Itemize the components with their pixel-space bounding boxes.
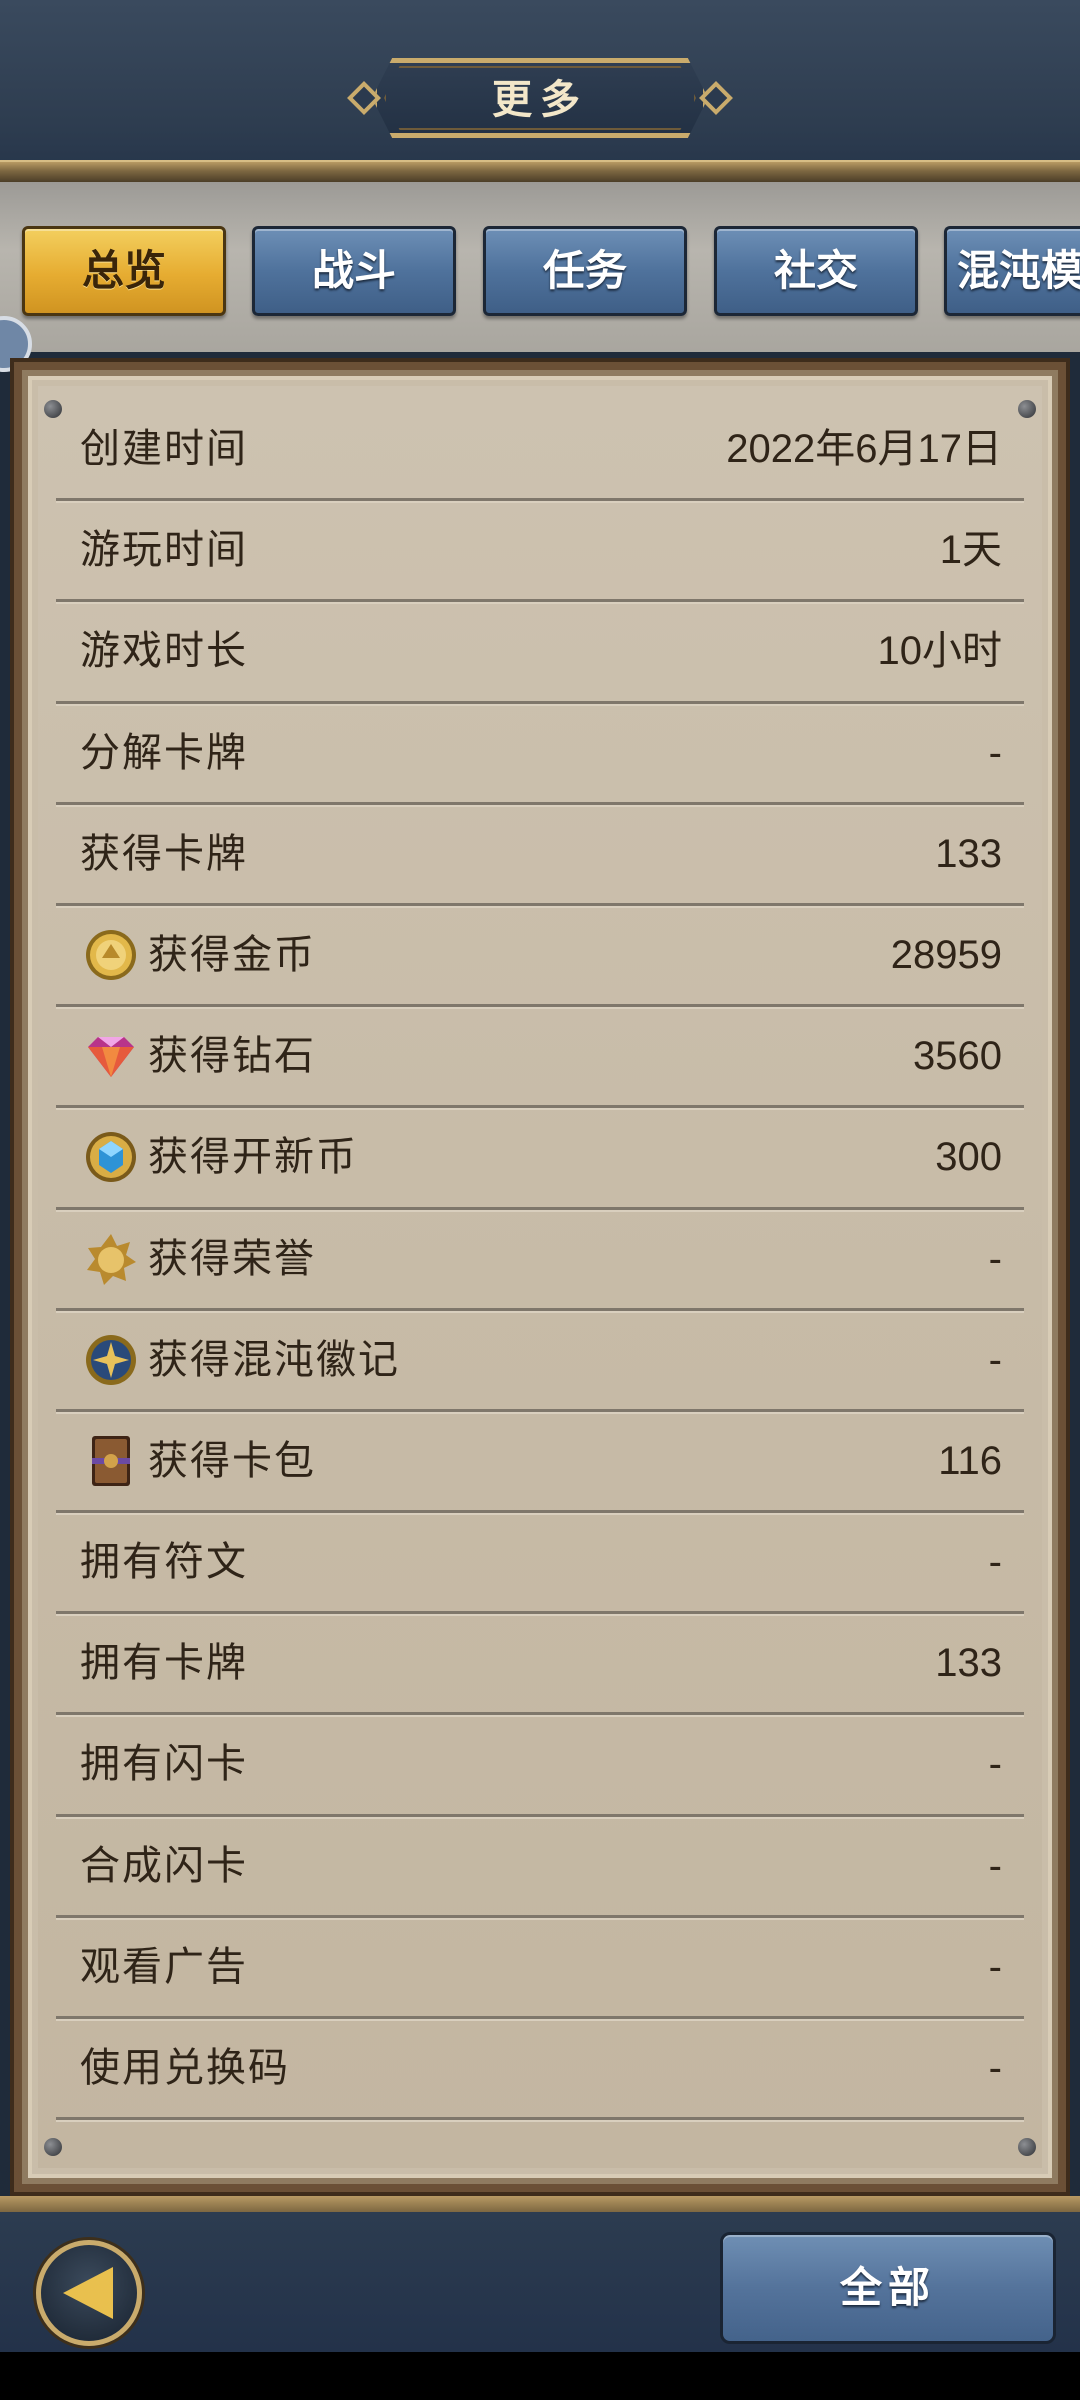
back-arrow-icon: [63, 2267, 113, 2319]
tab-quests[interactable]: 任务: [483, 226, 687, 316]
stat-value: 300: [935, 1135, 1002, 1180]
stat-label: 游玩时间: [80, 527, 248, 574]
tab-social[interactable]: 社交: [714, 226, 918, 316]
stat-label: 获得开新币: [148, 1134, 358, 1181]
back-button[interactable]: [36, 2240, 142, 2346]
footer-trim: [0, 2196, 1080, 2212]
stat-value: 28959: [890, 932, 1002, 977]
stat-row-play-days: 游玩时间 1天: [56, 501, 1024, 603]
stat-value: -: [988, 1540, 1002, 1585]
stat-label: 拥有符文: [80, 1539, 248, 1586]
page-title: 更多: [492, 77, 588, 123]
stat-label: 获得混沌徽记: [148, 1336, 400, 1383]
stat-value: 116: [938, 1438, 1002, 1483]
stat-label: 拥有卡牌: [80, 1640, 248, 1687]
stat-label: 使用兑换码: [80, 2045, 290, 2091]
stat-row-cards-obtained: 获得卡牌 133: [56, 805, 1024, 906]
tab-chaos-mode[interactable]: 混沌模: [944, 226, 1080, 316]
stat-label: 拥有闪卡: [80, 1741, 248, 1788]
stat-row-chaos-emblem: 获得混沌徽记 -: [56, 1311, 1024, 1412]
stat-value: -: [988, 1944, 1002, 1989]
diamond-icon: [88, 1037, 134, 1078]
stat-row-gold: 获得金币 28959: [56, 906, 1024, 1008]
stat-label: 分解卡牌: [80, 729, 248, 776]
stat-value: -: [988, 730, 1002, 775]
stat-value: -: [988, 2046, 1002, 2090]
header-trim: [0, 160, 1080, 182]
tab-overview[interactable]: 总览: [22, 226, 226, 316]
stat-label: 创建时间: [80, 426, 248, 472]
stat-label: 获得卡牌: [80, 830, 248, 877]
stat-label: 获得金币: [148, 931, 316, 978]
stat-label: 获得钻石: [148, 1033, 316, 1080]
stat-row-card-packs: 获得卡包 116: [56, 1412, 1024, 1514]
stat-label: 游戏时长: [80, 628, 248, 675]
stat-row-created: 创建时间 2022年6月17日: [56, 400, 1024, 502]
stats-list[interactable]: 创建时间 2022年6月17日 游玩时间 1天 游戏时长 10小时 分解卡牌 -…: [56, 400, 1024, 2121]
stat-value: 133: [935, 1641, 1002, 1686]
stat-label: 合成闪卡: [80, 1842, 248, 1889]
rivet-icon: [44, 2138, 62, 2156]
stat-value: 1天: [939, 528, 1002, 573]
card-pack-icon: [92, 1435, 130, 1486]
stat-row-foils-owned: 拥有闪卡 -: [56, 1715, 1024, 1817]
stat-value: 10小时: [877, 629, 1003, 674]
stat-value: -: [988, 1843, 1002, 1888]
gold-coin-icon: [86, 929, 136, 980]
honor-badge-icon: [87, 1233, 136, 1285]
crystal-coin-icon: [86, 1132, 136, 1183]
system-nav-strip: [0, 2352, 1080, 2400]
stat-row-ads-watched: 观看广告 -: [56, 1918, 1024, 2019]
chaos-emblem-icon: [86, 1334, 136, 1385]
stat-value: 133: [935, 831, 1002, 876]
tab-battle[interactable]: 战斗: [252, 226, 456, 316]
stat-row-honor: 获得荣誉 -: [56, 1210, 1024, 1311]
stat-value: 3560: [913, 1034, 1002, 1079]
all-button[interactable]: 全部: [720, 2232, 1056, 2344]
stat-row-new-coins: 获得开新币 300: [56, 1108, 1024, 1210]
stat-row-disenchanted: 分解卡牌 -: [56, 704, 1024, 805]
stat-value: -: [988, 1337, 1002, 1382]
stat-row-codes-redeemed: 使用兑换码 -: [56, 2019, 1024, 2121]
rivet-icon: [1018, 2138, 1036, 2156]
stat-row-runes-owned: 拥有符文 -: [56, 1513, 1024, 1615]
stat-label: 获得卡包: [148, 1437, 316, 1484]
stat-row-foils-crafted: 合成闪卡 -: [56, 1817, 1024, 1918]
stat-row-cards-owned: 拥有卡牌 133: [56, 1614, 1024, 1716]
stat-row-play-hours: 游戏时长 10小时: [56, 602, 1024, 704]
stat-row-diamonds: 获得钻石 3560: [56, 1007, 1024, 1109]
stat-label: 获得荣誉: [148, 1235, 316, 1282]
stat-label: 观看广告: [80, 1943, 248, 1990]
stat-value: -: [988, 1742, 1002, 1787]
stat-value: 2022年6月17日: [726, 427, 1002, 471]
stat-value: -: [988, 1236, 1002, 1281]
